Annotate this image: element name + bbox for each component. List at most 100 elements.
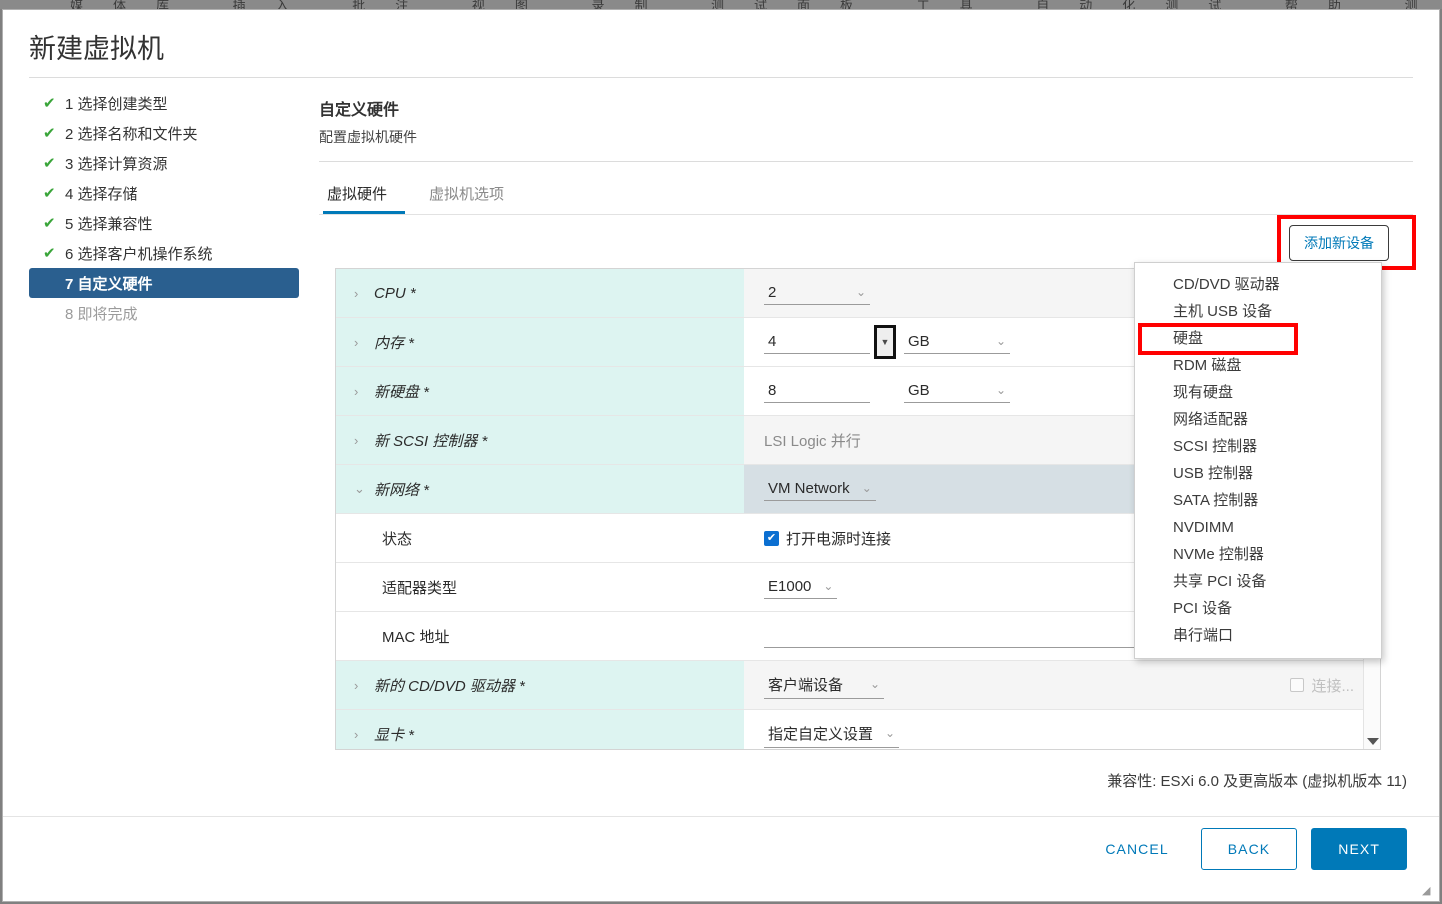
value-field[interactable]: 指定自定义设置 ⌄ [764,721,900,748]
sidebar-step-label: 2 选择名称和文件夹 [65,125,198,143]
sidebar-step-5[interactable]: ✔ 5 选择兼容性 [29,208,301,238]
add-new-device-button[interactable]: 添加新设备 [1289,225,1389,261]
hardware-row-label-cell[interactable]: 状态 [336,514,744,562]
static-value-text: LSI Logic 并行 [764,432,861,450]
sidebar-step-label: 3 选择计算资源 [65,155,168,173]
back-button[interactable]: BACK [1200,828,1298,870]
connect-checkbox[interactable] [1290,678,1305,692]
check-icon: ✔ [43,124,56,142]
sidebar-step-label: 4 选择存储 [65,185,138,203]
chevron-down-icon: ⌄ [995,383,1006,397]
sidebar-step-7[interactable]: 7 自定义硬件 [29,268,299,298]
sidebar-step-1[interactable]: ✔ 1 选择创建类型 [29,88,301,118]
check-icon: ✔ [43,94,56,112]
memory-unit-select[interactable]: GB ⌄ [904,331,1010,354]
hardware-row-label-cell[interactable]: › CPU * [336,269,744,317]
value-field[interactable]: VM Network ⌄ [764,478,876,501]
tab-vm-options[interactable]: 虚拟机选项 [421,183,512,214]
chevron-right-icon[interactable]: › [354,433,374,448]
field-value: 指定自定义设置 [768,725,874,743]
hardware-row-label-cell[interactable]: MAC 地址 [336,612,744,660]
chevron-down-icon: ⌄ [855,285,866,299]
scroll-down-arrow-icon[interactable] [1367,738,1379,745]
check-icon: ✔ [43,184,56,202]
memory-unit-spinner-button[interactable]: ▼ [874,325,896,359]
chevron-down-icon: ⌄ [869,677,880,691]
sidebar-step-3[interactable]: ✔ 3 选择计算资源 [29,148,301,178]
device-menu-item[interactable]: PCI 设备 [1135,595,1381,622]
device-menu-item[interactable]: 主机 USB 设备 [1135,298,1381,325]
device-menu-item[interactable]: SCSI 控制器 [1135,433,1381,460]
device-menu-item[interactable]: CD/DVD 驱动器 [1135,271,1381,298]
chevron-down-icon: ⌄ [885,726,896,740]
section-title: 自定义硬件 [319,102,400,119]
next-button[interactable]: NEXT [1311,828,1407,870]
device-menu-item[interactable]: NVDIMM [1135,514,1381,541]
value-field[interactable]: 8 [764,380,870,403]
chevron-right-icon[interactable]: › [354,335,374,350]
chevron-right-icon[interactable]: › [354,678,374,693]
hardware-row-label-cell[interactable]: › 新硬盘 * [336,367,744,415]
device-menu-item[interactable]: USB 控制器 [1135,460,1381,487]
hardware-label-text: CPU * [374,284,416,302]
field-value: GB [908,381,930,399]
hardware-label-text: 新网络 * [374,481,430,499]
hardware-row-value-cell[interactable]: 客户端设备 ⌄ 连接... [744,661,1380,709]
chevron-down-icon: ⌄ [995,334,1006,348]
sidebar-step-8[interactable]: 8 即将完成 [29,298,301,328]
connect-at-power-on-checkbox[interactable]: ✔ [764,530,779,546]
device-menu-item[interactable]: 网络适配器 [1135,406,1381,433]
sidebar-step-label: 8 即将完成 [65,305,138,323]
chevron-down-icon[interactable]: ⌄ [354,481,374,497]
hardware-row-label-cell[interactable]: › 显卡 * [336,710,744,749]
value-field[interactable]: 4 [764,331,870,354]
hardware-row-label-cell[interactable]: › 内存 * [336,318,744,366]
sidebar-step-2[interactable]: ✔ 2 选择名称和文件夹 [29,118,301,148]
chevron-down-icon: ⌄ [861,481,872,495]
connect-checkbox-label: 连接... [1311,677,1354,695]
disk-unit-select[interactable]: GB ⌄ [904,380,1010,403]
field-value: 4 [768,332,777,350]
check-icon: ✔ [43,214,56,232]
field-value: 8 [768,381,777,399]
hardware-label-text: 适配器类型 [382,579,458,597]
app-toolbar-text: 媒体库 插入 批注 视图 录制 测试面板 工具 自动化测试 帮助 测试 分析 加… [70,0,1442,9]
chevron-right-icon[interactable]: › [354,384,374,399]
hardware-row-label-cell[interactable]: ⌄ 新网络 * [336,465,744,513]
page-title: 新建虚拟机 [29,34,164,64]
chevron-right-icon[interactable]: › [354,286,374,301]
hardware-row[interactable]: › 显卡 * 指定自定义设置 ⌄ [336,710,1380,749]
hardware-label-text: MAC 地址 [382,628,450,646]
device-menu-item[interactable]: 共享 PCI 设备 [1135,568,1381,595]
value-field[interactable]: 2 ⌄ [764,282,870,305]
tab-virtual-hardware[interactable]: 虚拟硬件 [319,183,395,214]
device-menu-item[interactable]: SATA 控制器 [1135,487,1381,514]
hardware-row-label-cell[interactable]: › 新的 CD/DVD 驱动器 * [336,661,744,709]
hardware-label-text: 新的 CD/DVD 驱动器 * [374,677,525,695]
cancel-button[interactable]: CANCEL [1087,829,1186,869]
add-device-dropdown-menu[interactable]: CD/DVD 驱动器 主机 USB 设备 硬盘 RDM 磁盘 现有硬盘 网络适配器 SCSI… [1134,262,1382,659]
device-menu-item[interactable]: RDM 磁盘 [1135,352,1381,379]
hardware-row-label-cell[interactable]: 适配器类型 [336,563,744,611]
resize-grip-icon[interactable]: ◢ [1422,885,1434,897]
footer-actions: CANCEL BACK NEXT [1087,828,1407,870]
device-menu-item[interactable]: 现有硬盘 [1135,379,1381,406]
chevron-right-icon[interactable]: › [354,727,374,742]
sidebar-step-4[interactable]: ✔ 4 选择存储 [29,178,301,208]
device-menu-item[interactable]: 硬盘 [1135,325,1381,352]
device-menu-item[interactable]: NVMe 控制器 [1135,541,1381,568]
sidebar-step-6[interactable]: ✔ 6 选择客户机操作系统 [29,238,301,268]
value-field[interactable]: E1000 ⌄ [764,576,838,599]
hardware-row-value-cell[interactable]: 指定自定义设置 ⌄ [744,710,1380,749]
field-value: GB [908,332,930,350]
checkbox-label: 打开电源时连接 [786,530,892,548]
hardware-row[interactable]: › 新的 CD/DVD 驱动器 * 客户端设备 ⌄ 连接... [336,661,1380,710]
value-field[interactable]: 客户端设备 ⌄ [764,672,884,699]
chevron-down-icon: ⌄ [823,579,834,593]
hardware-label-text: 状态 [382,530,413,548]
field-value: E1000 [768,577,812,595]
hardware-row-label-cell[interactable]: › 新 SCSI 控制器 * [336,416,744,464]
hardware-label-text: 新硬盘 * [374,383,430,401]
add-device-button-wrap: 添加新设备 [1277,215,1416,270]
device-menu-item[interactable]: 串行端口 [1135,622,1381,649]
